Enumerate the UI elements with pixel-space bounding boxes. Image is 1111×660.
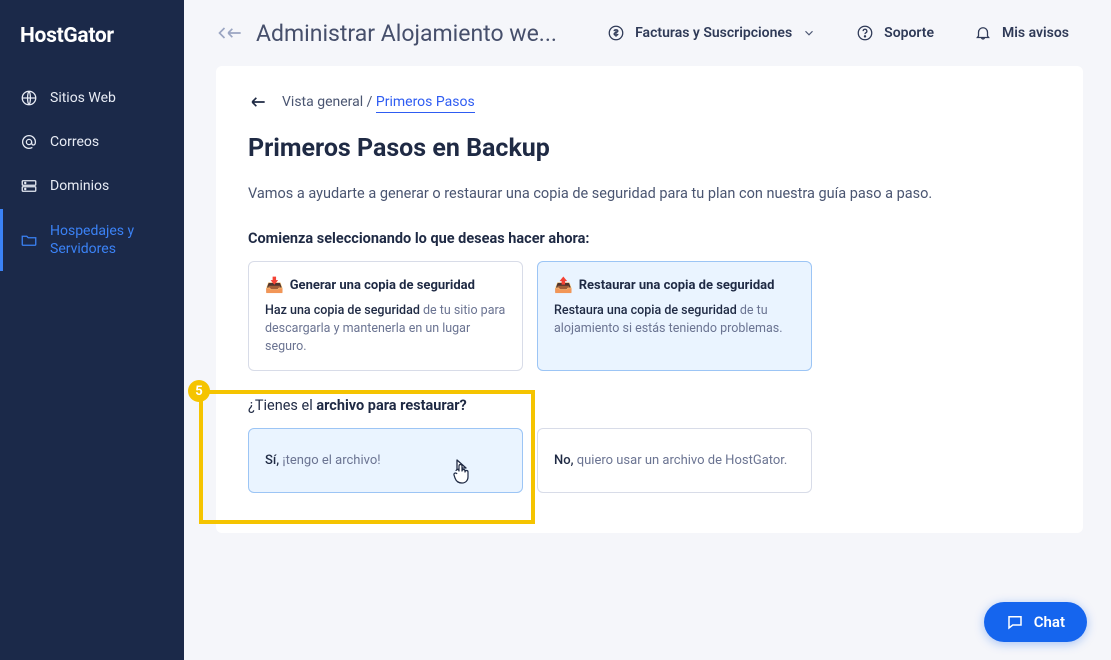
- chat-label: Chat: [1034, 613, 1065, 631]
- tour-step-badge: 5: [188, 380, 210, 402]
- page-subtitle: Vamos a ayudarte a generar o restaurar u…: [248, 185, 1051, 202]
- header-billing-link[interactable]: Facturas y Suscripciones: [593, 24, 830, 42]
- section-2-label: ¿Tienes el archivo para restaurar?: [248, 397, 1051, 414]
- header-support-link[interactable]: Soporte: [842, 24, 948, 42]
- header-back-button[interactable]: [212, 23, 244, 43]
- breadcrumb-current[interactable]: Primeros Pasos: [376, 94, 475, 113]
- at-icon: [20, 133, 38, 151]
- chevron-down-icon: [802, 26, 816, 40]
- chat-button[interactable]: Chat: [984, 602, 1087, 642]
- bell-icon: [974, 24, 992, 42]
- sidebar-item-sitios[interactable]: Sitios Web: [0, 76, 184, 120]
- action-cards: 📥 Generar una copia de seguridad Haz una…: [248, 261, 1051, 371]
- page-header-title: Administrar Alojamiento we...: [256, 20, 557, 47]
- header: Administrar Alojamiento we... Facturas y…: [184, 0, 1111, 66]
- main-card: Vista general / Primeros Pasos Primeros …: [216, 66, 1083, 533]
- answer-cards: Sí, ¡tengo el archivo! No, quiero usar u…: [248, 428, 1051, 493]
- sidebar: HostGator Sitios Web Correos Dominios Ho…: [0, 0, 184, 660]
- breadcrumb: Vista general / Primeros Pasos: [282, 94, 475, 110]
- sidebar-nav: Sitios Web Correos Dominios Hospedajes y…: [0, 76, 184, 271]
- card-title-text: Generar una copia de seguridad: [290, 278, 475, 293]
- answer-no[interactable]: No, quiero usar un archivo de HostGator.: [537, 428, 812, 493]
- card-generate-backup[interactable]: 📥 Generar una copia de seguridad Haz una…: [248, 261, 523, 371]
- card-desc: Haz una copia de seguridad de tu sitio p…: [265, 302, 506, 356]
- header-link-label: Mis avisos: [1002, 25, 1069, 41]
- chat-icon: [1006, 613, 1024, 631]
- header-link-label: Facturas y Suscripciones: [635, 25, 792, 41]
- card-title-text: Restaurar una copia de seguridad: [579, 278, 775, 293]
- sidebar-item-dominios[interactable]: Dominios: [0, 164, 184, 208]
- server-icon: [20, 177, 38, 195]
- header-notices-link[interactable]: Mis avisos: [960, 24, 1083, 42]
- brand-logo[interactable]: HostGator: [0, 0, 184, 76]
- page-title: Primeros Pasos en Backup: [248, 134, 1051, 163]
- answer-yes[interactable]: Sí, ¡tengo el archivo!: [248, 428, 523, 493]
- dollar-icon: [607, 24, 625, 42]
- globe-icon: [20, 89, 38, 107]
- breadcrumb-back-button[interactable]: [248, 92, 268, 112]
- sidebar-item-label: Correos: [50, 133, 99, 151]
- folder-icon: [20, 231, 38, 249]
- sidebar-item-hospedajes[interactable]: Hospedajes y Servidores: [0, 209, 184, 271]
- sidebar-item-label: Hospedajes y Servidores: [50, 222, 164, 258]
- section-1-label: Comienza seleccionando lo que deseas hac…: [248, 230, 1051, 247]
- upload-emoji-icon: 📤: [554, 276, 573, 294]
- sidebar-item-correos[interactable]: Correos: [0, 120, 184, 164]
- download-emoji-icon: 📥: [265, 276, 284, 294]
- sidebar-item-label: Sitios Web: [50, 89, 116, 107]
- help-icon: [856, 24, 874, 42]
- header-link-label: Soporte: [884, 25, 934, 41]
- card-restore-backup[interactable]: 📤 Restaurar una copia de seguridad Resta…: [537, 261, 812, 371]
- breadcrumb-root[interactable]: Vista general: [282, 94, 363, 110]
- card-desc: Restaura una copia de seguridad de tu al…: [554, 302, 795, 338]
- sidebar-item-label: Dominios: [50, 177, 109, 195]
